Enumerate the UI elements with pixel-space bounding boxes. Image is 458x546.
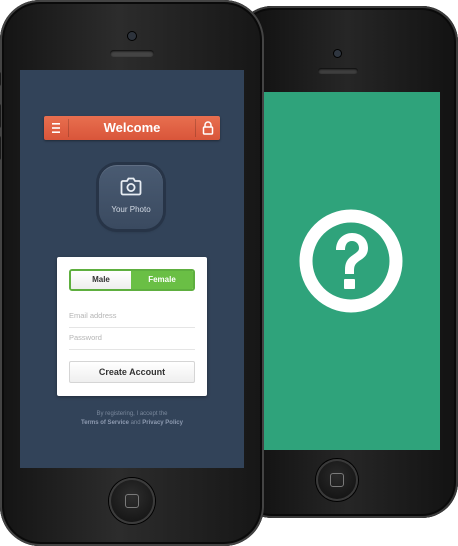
gender-toggle: Male Female bbox=[69, 269, 195, 291]
gender-option-female[interactable]: Female bbox=[131, 271, 193, 289]
front-phone: Welcome Your Photo Male Female Email add… bbox=[0, 0, 264, 546]
terms-link[interactable]: Terms of Service bbox=[81, 420, 129, 426]
password-field[interactable]: Password bbox=[69, 327, 195, 350]
gender-option-male[interactable]: Male bbox=[71, 271, 131, 289]
earpiece-speaker bbox=[318, 68, 358, 74]
home-button[interactable] bbox=[109, 478, 155, 524]
create-account-button[interactable]: Create Account bbox=[69, 361, 195, 383]
page-title: Welcome bbox=[103, 120, 161, 135]
volume-down-button bbox=[0, 136, 1, 160]
legal-prefix: By registering, I accept the bbox=[96, 411, 168, 417]
earpiece-speaker bbox=[110, 50, 154, 57]
front-camera bbox=[334, 50, 341, 57]
add-photo-button[interactable]: Your Photo bbox=[99, 165, 163, 229]
front-camera bbox=[128, 32, 136, 40]
header-bar: Welcome bbox=[44, 116, 220, 140]
photo-label: Your Photo bbox=[111, 205, 151, 214]
lock-icon bbox=[202, 121, 214, 135]
question-circle-icon[interactable] bbox=[298, 208, 404, 314]
legal-text: By registering, I accept the Terms of Se… bbox=[40, 410, 224, 428]
volume-up-button bbox=[0, 104, 1, 128]
legal-conjunction: and bbox=[130, 420, 141, 426]
front-phone-screen: Welcome Your Photo Male Female Email add… bbox=[20, 70, 244, 468]
email-field[interactable]: Email address bbox=[69, 305, 195, 328]
back-phone-screen bbox=[262, 92, 440, 450]
back-phone bbox=[236, 6, 458, 518]
privacy-link[interactable]: Privacy Policy bbox=[142, 420, 183, 426]
signup-form: Male Female Email address Password Creat… bbox=[57, 257, 207, 396]
home-button[interactable] bbox=[316, 459, 358, 501]
lock-button[interactable] bbox=[196, 116, 220, 140]
mute-switch bbox=[0, 72, 1, 86]
camera-icon bbox=[120, 177, 142, 196]
